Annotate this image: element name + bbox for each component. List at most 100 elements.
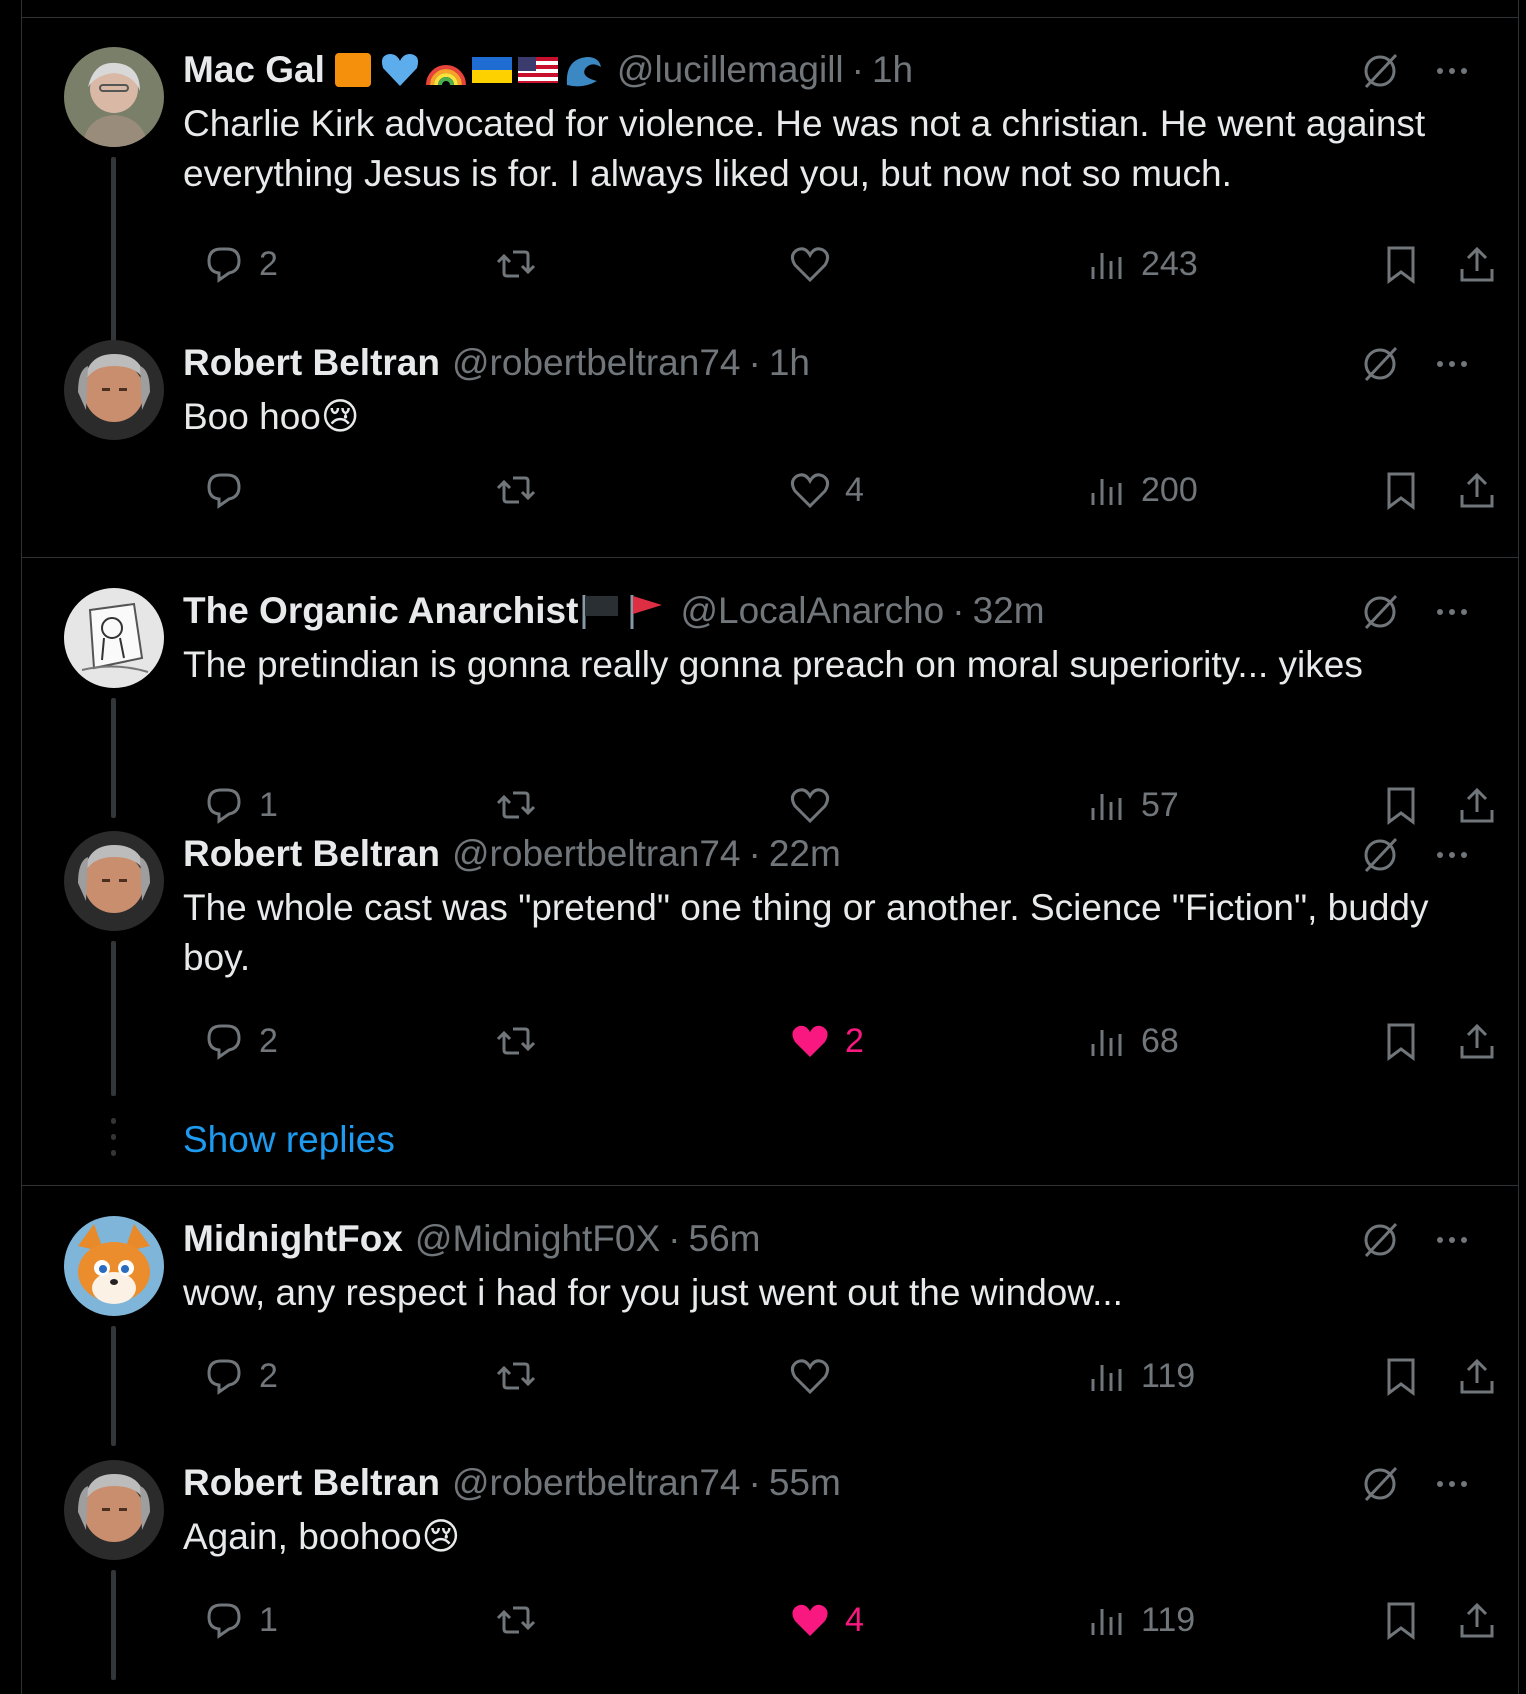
bookmark-button[interactable] bbox=[1380, 465, 1422, 515]
avatar[interactable] bbox=[64, 831, 164, 931]
tweet[interactable]: The Organic Anarchist @LocalAnarcho · 32… bbox=[22, 558, 1518, 825]
handle[interactable]: @lucillemagill bbox=[617, 49, 844, 91]
avatar[interactable] bbox=[64, 1216, 164, 1316]
handle[interactable]: @robertbeltran74 bbox=[452, 833, 741, 875]
separator: · bbox=[952, 590, 965, 631]
share-button[interactable] bbox=[1456, 239, 1498, 289]
tweet[interactable]: Mac Gal @lucillemagill · 1h Charlie Kirk… bbox=[22, 17, 1518, 347]
share-button[interactable] bbox=[1456, 1016, 1498, 1066]
like-button[interactable]: 2 bbox=[789, 1016, 864, 1066]
us-flag-icon bbox=[517, 57, 558, 83]
retweet-icon bbox=[496, 250, 536, 278]
view-count: 119 bbox=[1141, 1356, 1196, 1395]
timestamp[interactable]: 22m bbox=[769, 833, 841, 875]
action-bar: 1 4 119 bbox=[183, 1595, 1494, 1645]
grok-icon[interactable] bbox=[1360, 51, 1400, 91]
avatar[interactable] bbox=[64, 588, 164, 688]
display-name[interactable]: The Organic Anarchist bbox=[183, 590, 578, 632]
timestamp[interactable]: 55m bbox=[769, 1462, 841, 1504]
views-button[interactable]: 243 bbox=[1085, 239, 1198, 289]
like-button[interactable]: 4 bbox=[789, 465, 864, 515]
timestamp[interactable]: 1h bbox=[769, 342, 810, 384]
views-button[interactable]: 119 bbox=[1085, 1351, 1195, 1401]
avatar[interactable] bbox=[64, 47, 164, 147]
share-icon bbox=[1460, 1602, 1494, 1638]
thread-line bbox=[111, 941, 116, 1096]
tweet-text: The whole cast was "pretend" one thing o… bbox=[183, 887, 1429, 978]
tweet-text: Again, boohoo😢 bbox=[183, 1516, 461, 1557]
bookmark-button[interactable] bbox=[1380, 239, 1422, 289]
share-button[interactable] bbox=[1456, 465, 1498, 515]
orange-square-icon bbox=[334, 53, 371, 87]
grok-icon[interactable] bbox=[1360, 344, 1400, 384]
thread-dot bbox=[111, 1134, 116, 1140]
retweet-button[interactable] bbox=[495, 1351, 551, 1401]
share-button[interactable] bbox=[1456, 1595, 1498, 1645]
avatar[interactable] bbox=[64, 1460, 164, 1560]
bookmark-button[interactable] bbox=[1380, 1351, 1422, 1401]
more-options-icon[interactable] bbox=[1432, 835, 1472, 875]
heart-filled-icon bbox=[792, 1025, 828, 1057]
handle[interactable]: @LocalAnarcho bbox=[680, 590, 944, 632]
share-button[interactable] bbox=[1456, 1351, 1498, 1401]
share-icon bbox=[1460, 246, 1494, 282]
like-button[interactable] bbox=[789, 1351, 845, 1401]
action-bar: 4 200 bbox=[183, 465, 1494, 515]
timestamp[interactable]: 32m bbox=[973, 590, 1045, 632]
timestamp[interactable]: 1h bbox=[872, 49, 913, 91]
display-name[interactable]: Robert Beltran bbox=[183, 833, 440, 875]
reply-icon bbox=[207, 1603, 241, 1639]
grok-icon[interactable] bbox=[1360, 835, 1400, 875]
ukraine-flag-icon bbox=[471, 57, 512, 83]
reply-button[interactable] bbox=[203, 465, 259, 515]
retweet-button[interactable] bbox=[495, 1595, 551, 1645]
retweet-button[interactable] bbox=[495, 465, 551, 515]
tweet[interactable]: Robert Beltran @robertbeltran74 · 55m Ag… bbox=[22, 1430, 1518, 1680]
share-icon bbox=[1460, 1358, 1494, 1394]
bookmark-button[interactable] bbox=[1380, 1016, 1422, 1066]
display-name[interactable]: Robert Beltran bbox=[183, 342, 440, 384]
bookmark-icon bbox=[1387, 1602, 1415, 1640]
like-button[interactable] bbox=[789, 239, 845, 289]
reply-button[interactable]: 1 bbox=[203, 1595, 278, 1645]
views-icon bbox=[1091, 479, 1122, 505]
more-options-icon[interactable] bbox=[1432, 344, 1472, 384]
reply-button[interactable]: 2 bbox=[203, 1351, 278, 1401]
grok-icon[interactable] bbox=[1360, 592, 1400, 632]
handle[interactable]: @robertbeltran74 bbox=[452, 1462, 741, 1504]
reply-count: 2 bbox=[259, 1356, 278, 1395]
views-button[interactable]: 200 bbox=[1085, 465, 1198, 515]
view-count: 119 bbox=[1141, 1600, 1196, 1639]
retweet-button[interactable] bbox=[495, 239, 551, 289]
tweet[interactable]: Robert Beltran @robertbeltran74 · 1h Boo… bbox=[22, 310, 1518, 560]
views-button[interactable]: 119 bbox=[1085, 1595, 1195, 1645]
like-count: 2 bbox=[845, 1021, 864, 1060]
timestamp[interactable]: 56m bbox=[689, 1218, 761, 1260]
more-options-icon[interactable] bbox=[1432, 1464, 1472, 1504]
handle[interactable]: @MidnightF0X bbox=[415, 1218, 660, 1260]
more-options-icon[interactable] bbox=[1432, 592, 1472, 632]
views-button[interactable]: 68 bbox=[1085, 1016, 1179, 1066]
display-name[interactable]: Mac Gal bbox=[183, 49, 325, 91]
reply-button[interactable]: 2 bbox=[203, 239, 278, 289]
reply-button[interactable]: 2 bbox=[203, 1016, 278, 1066]
grok-icon[interactable] bbox=[1360, 1220, 1400, 1260]
avatar[interactable] bbox=[64, 340, 164, 440]
bookmark-icon bbox=[1387, 472, 1415, 510]
grok-icon[interactable] bbox=[1360, 1464, 1400, 1504]
reply-icon bbox=[207, 1024, 241, 1060]
tweet[interactable]: Robert Beltran @robertbeltran74 · 22m Th… bbox=[22, 801, 1518, 1096]
like-count: 4 bbox=[845, 470, 864, 509]
like-button[interactable]: 4 bbox=[789, 1595, 864, 1645]
retweet-button[interactable] bbox=[495, 1016, 551, 1066]
more-options-icon[interactable] bbox=[1432, 1220, 1472, 1260]
show-replies-link[interactable]: Show replies bbox=[183, 1115, 395, 1165]
bookmark-button[interactable] bbox=[1380, 1595, 1422, 1645]
display-name[interactable]: Robert Beltran bbox=[183, 1462, 440, 1504]
tweet[interactable]: MidnightFox @MidnightF0X · 56m wow, any … bbox=[22, 1186, 1518, 1446]
view-count: 243 bbox=[1141, 244, 1198, 283]
more-options-icon[interactable] bbox=[1432, 51, 1472, 91]
display-name[interactable]: MidnightFox bbox=[183, 1218, 403, 1260]
share-icon bbox=[1460, 472, 1494, 508]
handle[interactable]: @robertbeltran74 bbox=[452, 342, 741, 384]
